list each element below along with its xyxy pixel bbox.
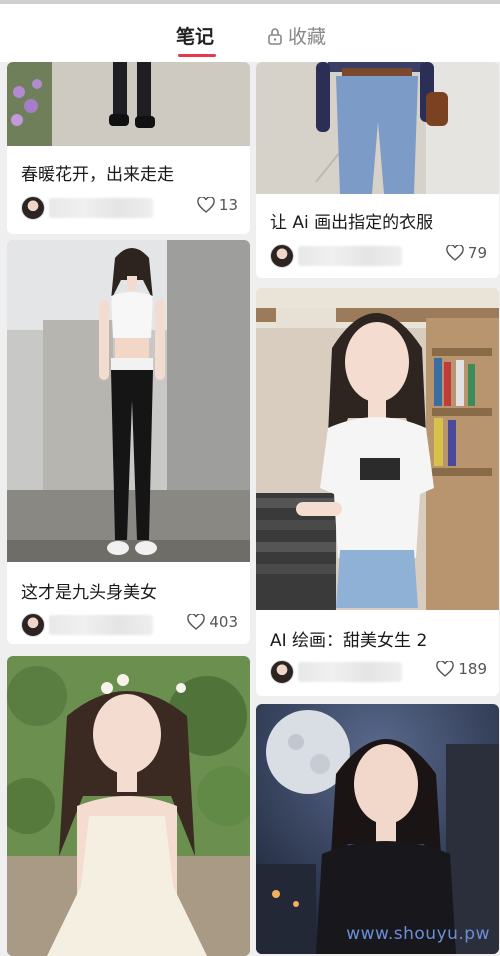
- like-button[interactable]: 79: [446, 244, 487, 262]
- note-card[interactable]: [7, 656, 250, 956]
- avatar[interactable]: [270, 244, 294, 268]
- like-count: 13: [218, 196, 238, 214]
- note-card[interactable]: [256, 704, 499, 954]
- avatar[interactable]: [21, 613, 45, 637]
- like-button[interactable]: 403: [187, 613, 238, 631]
- avatar[interactable]: [21, 196, 45, 220]
- heart-icon: [197, 197, 215, 213]
- lock-icon: [268, 27, 282, 45]
- watermark: www.shouyu.pw: [346, 924, 490, 944]
- note-photo: [7, 62, 250, 146]
- author-name-blurred: [298, 662, 402, 682]
- note-photo: [256, 288, 499, 610]
- heart-icon: [187, 614, 206, 630]
- like-count: 189: [458, 660, 487, 678]
- tab-favorites[interactable]: 收藏: [267, 22, 326, 49]
- note-card[interactable]: AI 绘画：甜美女生 2 189: [256, 288, 499, 696]
- note-photo: [256, 62, 499, 194]
- author-name-blurred: [49, 615, 153, 635]
- like-button[interactable]: 13: [197, 196, 238, 214]
- note-title: 春暖花开，出来走走: [21, 165, 174, 185]
- note-card[interactable]: 让 Ai 画出指定的衣服 79: [256, 62, 499, 278]
- note-card[interactable]: 春暖花开，出来走走 13: [7, 62, 250, 234]
- note-photo: [256, 704, 499, 954]
- like-button[interactable]: 189: [436, 660, 487, 678]
- note-photo: [7, 656, 250, 956]
- like-count: 79: [467, 244, 487, 262]
- heart-icon: [446, 245, 464, 261]
- note-meta: 13: [21, 196, 238, 220]
- active-tab-indicator: [178, 54, 216, 57]
- tab-favorites-label: 收藏: [288, 26, 327, 48]
- avatar[interactable]: [270, 660, 294, 684]
- top-tab-bar: 笔记 收藏: [0, 0, 500, 62]
- heart-icon: [436, 661, 455, 677]
- note-meta: 189: [270, 660, 487, 684]
- tab-notes-label: 笔记: [176, 26, 215, 48]
- note-title: AI 绘画：甜美女生 2: [270, 631, 428, 651]
- note-photo: [7, 240, 250, 562]
- tab-notes[interactable]: 笔记: [176, 22, 216, 57]
- author-name-blurred: [49, 198, 153, 218]
- like-count: 403: [209, 613, 238, 631]
- note-card[interactable]: 这才是九头身美女 403: [7, 240, 250, 644]
- note-title: 这才是九头身美女: [21, 583, 157, 603]
- author-name-blurred: [298, 246, 402, 266]
- note-meta: 79: [270, 244, 487, 268]
- note-title: 让 Ai 画出指定的衣服: [270, 213, 434, 233]
- note-meta: 403: [21, 613, 238, 637]
